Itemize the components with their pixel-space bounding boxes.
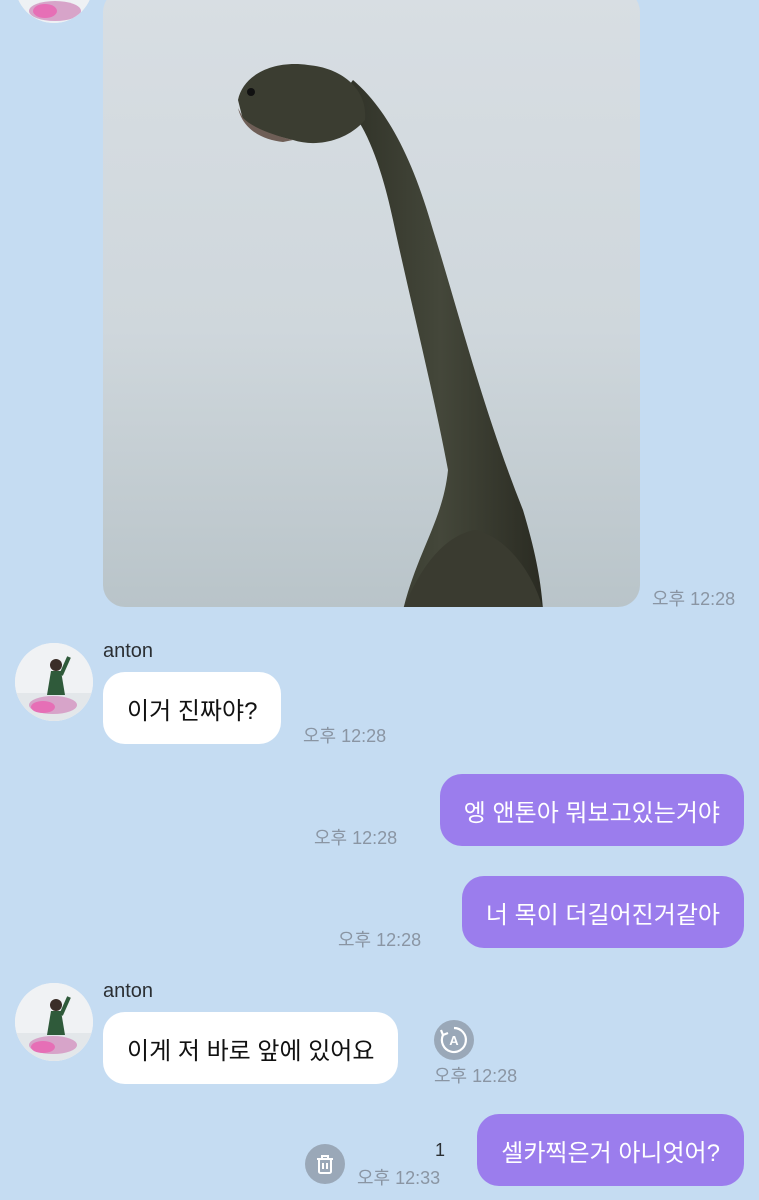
svg-text:A: A [449, 1033, 459, 1048]
photo-message[interactable] [103, 0, 640, 607]
timestamp: 오후 12:28 [652, 589, 736, 609]
message-bubble-incoming[interactable]: 이거 진짜야? [103, 672, 282, 744]
message-bubble-outgoing[interactable]: 너 목이 더길어진거같아 [461, 876, 744, 948]
message-bubble-outgoing[interactable]: 엥 앤톤아 뭐보고있는거야 [439, 774, 744, 846]
contact-name: anton [103, 640, 154, 662]
timestamp: 오후 12:28 [434, 1066, 518, 1086]
contact-avatar[interactable] [15, 983, 93, 1061]
trash-icon [317, 1155, 333, 1174]
avatar-image [15, 0, 93, 23]
contact-avatar[interactable] [15, 643, 93, 721]
contact-name: anton [103, 980, 154, 1002]
timestamp: 오후 12:33 [357, 1168, 441, 1188]
timestamp: 오후 12:28 [338, 930, 422, 950]
dinosaur-photo [238, 64, 543, 607]
avatar-image [15, 643, 93, 721]
timestamp: 오후 12:28 [303, 726, 387, 746]
timestamp: 오후 12:28 [314, 828, 398, 848]
contact-avatar-top[interactable] [15, 0, 93, 23]
message-bubble-incoming[interactable]: 이게 저 바로 앞에 있어요 [103, 1012, 399, 1084]
avatar-image [15, 983, 93, 1061]
unread-count: 1 [435, 1140, 446, 1160]
translate-icon: A [439, 1026, 467, 1054]
translate-button[interactable]: A [434, 1020, 474, 1060]
message-bubble-outgoing[interactable]: 셀카찍은거 아니엇어? [477, 1114, 744, 1186]
delete-button[interactable] [305, 1144, 345, 1184]
